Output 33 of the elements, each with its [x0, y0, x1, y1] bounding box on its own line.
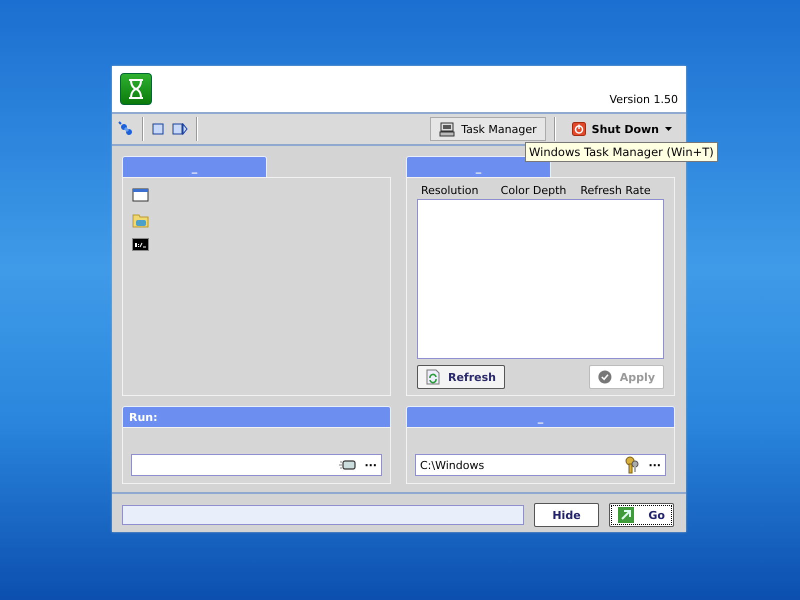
arrow-icon: [618, 507, 634, 523]
refresh-button[interactable]: Refresh: [417, 365, 505, 389]
panel-heading: _: [192, 160, 198, 174]
caret-icon: [665, 127, 672, 131]
panel-heading: _: [476, 160, 482, 174]
browse-button[interactable]: ···: [648, 458, 661, 472]
checkmark-icon: [598, 368, 612, 386]
keys-icon[interactable]: [624, 456, 640, 474]
browse-button[interactable]: ···: [364, 458, 377, 472]
drive-icon[interactable]: [339, 459, 356, 471]
column-header[interactable]: Color Depth: [500, 184, 580, 197]
version-label: Version 1.50: [610, 93, 678, 106]
window-icon[interactable]: [132, 188, 149, 202]
tooltip: Windows Task Manager (Win+T): [525, 142, 718, 162]
go-button[interactable]: Go: [609, 503, 674, 527]
power-icon: [572, 122, 586, 136]
task-manager-button[interactable]: Task Manager: [430, 117, 546, 141]
square-arrow-icon[interactable]: [172, 123, 188, 135]
hide-button[interactable]: Hide: [534, 503, 599, 527]
run-field[interactable]: ···: [131, 454, 382, 476]
shut-down-button[interactable]: Shut Down: [564, 117, 680, 141]
square-icon[interactable]: [152, 123, 164, 135]
resolution-list[interactable]: [417, 199, 664, 359]
hourglass-logo: [120, 73, 152, 105]
panel-heading: Run:: [129, 410, 158, 424]
column-header[interactable]: Refresh Rate: [580, 184, 660, 197]
panel-heading: _: [538, 410, 544, 424]
computer-icon: [439, 122, 456, 136]
pushpin-icon[interactable]: [118, 121, 134, 137]
refresh-icon: [426, 369, 440, 385]
command-prompt-icon[interactable]: [132, 238, 149, 251]
column-header[interactable]: Resolution: [421, 184, 501, 197]
folder-field[interactable]: C:\Windows ···: [415, 454, 666, 476]
